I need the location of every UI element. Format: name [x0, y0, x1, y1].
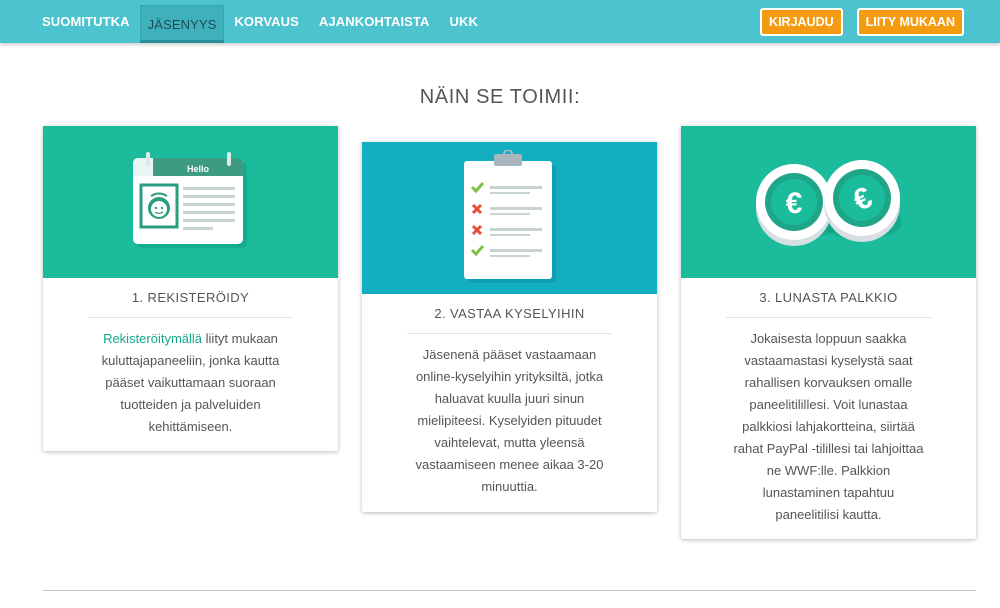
login-button[interactable]: KIRJAUDU — [760, 8, 843, 36]
card-illustration: Hello — [43, 126, 338, 278]
nav-item-ukk[interactable]: UKK — [440, 0, 488, 43]
join-button[interactable]: LIITY MUKAAN — [856, 8, 964, 36]
card-description: Jäsenenä pääset vastaamaan online-kysely… — [415, 347, 604, 494]
clipboard-checklist-icon — [463, 150, 556, 283]
step-card-answer: 2. VASTAA KYSELYIHIN Jäsenenä pääset vas… — [362, 142, 657, 512]
card-heading: 3. LUNASTA PALKKIO — [759, 290, 898, 305]
register-link[interactable]: Rekisteröitymällä — [103, 331, 202, 346]
nav-item-jasenyys[interactable]: JÄSENYYS — [139, 5, 225, 43]
card-heading: 2. VASTAA KYSELYIHIN — [434, 306, 585, 321]
card-heading: 1. REKISTERÖIDY — [131, 290, 250, 305]
step-card-reward: € € 3. LUNASTA PALKKIO Jokaisesta loppuu… — [681, 126, 976, 539]
calendar-badge-text: Hello — [187, 164, 210, 174]
nav-actions: KIRJAUDU LIITY MUKAAN — [760, 8, 964, 36]
card-illustration: € € — [681, 126, 976, 278]
card-illustration — [362, 142, 657, 294]
nav-item-suomitutka[interactable]: SUOMITUTKA — [32, 0, 140, 43]
section-title: NÄIN SE TOIMII: — [419, 86, 581, 108]
nav-item-korvaus[interactable]: KORVAUS — [224, 0, 309, 43]
section-divider — [43, 590, 976, 591]
top-navbar: SUOMITUTKA JÄSENYYS KORVAUS AJANKOHTAIST… — [0, 0, 1000, 43]
card-description: Jokaisesta loppuun saakka vastaamastasi … — [733, 331, 924, 522]
euro-coins-icon: € € — [755, 160, 902, 246]
nav-item-ajankohtaista[interactable]: AJANKOHTAISTA — [309, 0, 440, 43]
svg-text:€: € — [785, 187, 802, 220]
main-nav: SUOMITUTKA JÄSENYYS KORVAUS AJANKOHTAIST… — [32, 0, 488, 43]
step-card-register: Hello 1. REKISTERÖIDY Rekisteröitymällä … — [43, 126, 338, 451]
card-description: Rekisteröitymällä liityt mukaan kuluttaj… — [101, 331, 280, 434]
calendar-profile-icon: Hello — [132, 152, 247, 248]
